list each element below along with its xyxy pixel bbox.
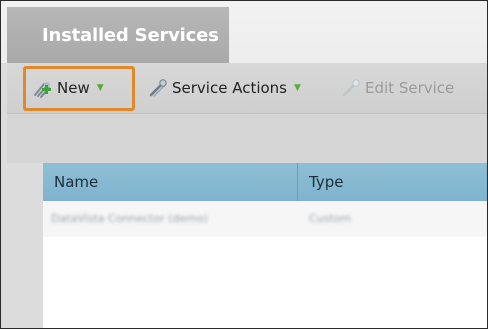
edit-service-button[interactable]: Edit Service (340, 63, 454, 113)
column-header-name[interactable]: Name (43, 163, 298, 201)
toolbar: New ▼ Service Actions ▼ Edit Service (7, 63, 487, 114)
edit-service-icon (342, 79, 360, 97)
service-actions-icon (149, 79, 167, 97)
services-grid: Name Type DataVista Connector (demo) Cus… (43, 163, 487, 328)
service-actions-label: Service Actions (172, 79, 287, 97)
cell-service-type: Custom (309, 212, 352, 225)
column-header-type[interactable]: Type (298, 163, 343, 201)
new-button[interactable]: New ▼ (32, 63, 104, 113)
service-actions-button[interactable]: Service Actions ▼ (147, 63, 301, 113)
app-window: Installed Services New ▼ Service Actions… (0, 0, 488, 329)
grid-header: Name Type (43, 163, 487, 201)
chevron-down-icon: ▼ (96, 83, 104, 93)
edit-service-label: Edit Service (365, 79, 455, 97)
chevron-down-icon: ▼ (294, 83, 301, 93)
add-service-icon (34, 82, 51, 98)
tab-strip: Installed Services (1, 1, 487, 63)
table-row[interactable]: DataVista Connector (demo) Custom (43, 201, 487, 237)
cell-service-name: DataVista Connector (demo) (51, 212, 208, 225)
content-band (7, 114, 487, 163)
new-button-label: New (57, 79, 90, 97)
tab-installed-services[interactable]: Installed Services (7, 7, 229, 63)
